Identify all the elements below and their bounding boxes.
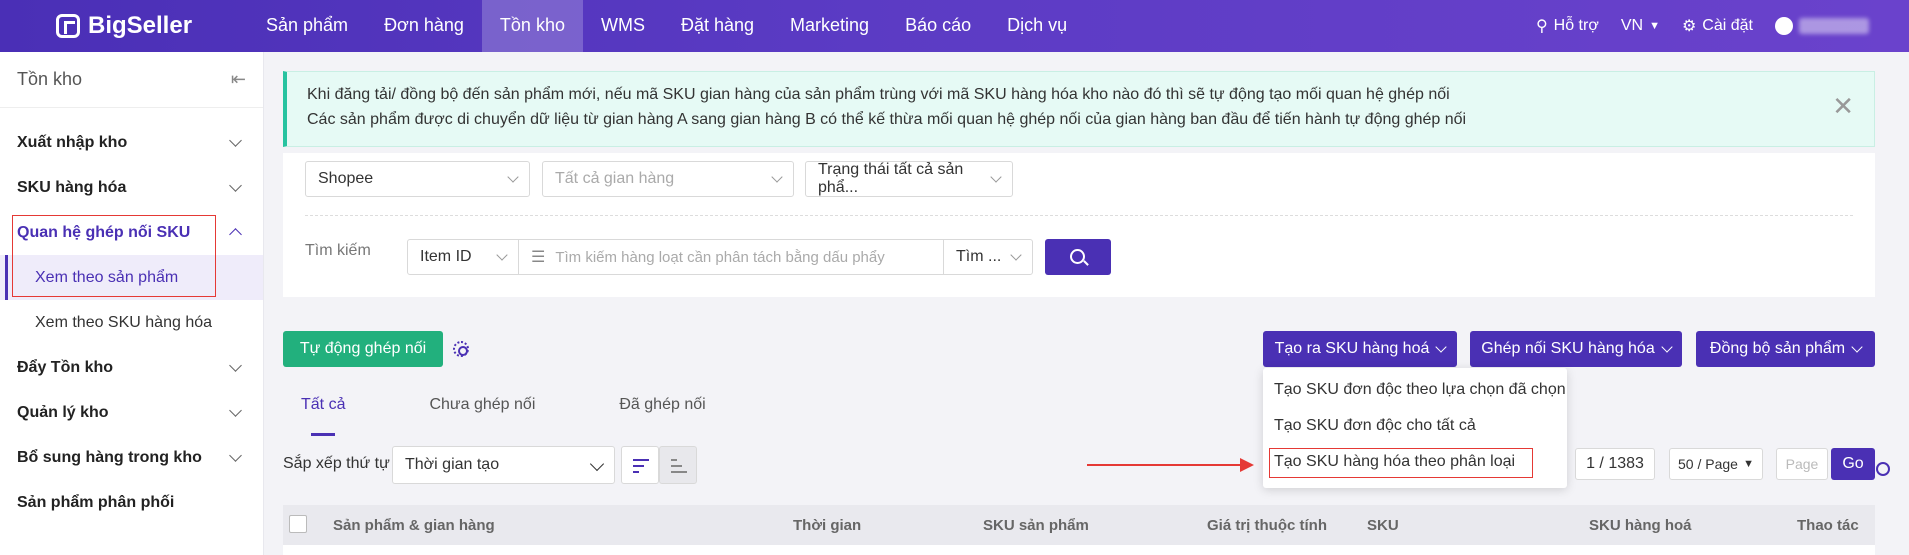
highlight-box-menu [1269,448,1533,478]
nav-products[interactable]: Sản phẩm [248,0,366,52]
tab-all[interactable]: Tất cả [283,396,363,436]
chevron-down-icon [507,171,519,183]
tab-unmatched[interactable]: Chưa ghép nối [411,396,553,428]
col-attributes: Giá trị thuộc tính [1207,517,1327,534]
search-mode-select[interactable]: Tìm ... [943,239,1033,275]
search-icon: ⚲ [1535,18,1548,35]
chevron-down-icon [496,249,508,261]
chevron-down-icon [229,404,242,417]
caret-down-icon: ▼ [1649,20,1660,32]
language-selector[interactable]: VN ▼ [1621,17,1660,35]
search-input[interactable]: ☰ Tìm kiếm hàng loạt cần phân tách bằng … [518,239,944,275]
chevron-down-icon [1661,341,1673,353]
gear-icon[interactable] [453,341,469,357]
chevron-down-icon: ▼ [1743,458,1754,470]
settings-link[interactable]: ⚙ Cài đặt [1682,16,1753,36]
sidebar-item-warehouse[interactable]: Quản lý kho [0,390,263,435]
list-icon: ☰ [531,249,546,266]
top-navbar: BigSeller Sản phẩm Đơn hàng Tồn kho WMS … [0,0,1909,52]
user-menu[interactable] [1775,17,1869,35]
sidebar-item-distribution[interactable]: Sản phẩm phân phối [0,480,263,525]
match-sku-button[interactable]: Ghép nối SKU hàng hóa [1470,331,1682,367]
col-merchant-sku: SKU hàng hoá [1589,517,1692,534]
username-blurred [1799,18,1869,34]
red-arrow [1087,464,1247,466]
col-product-sku: SKU sản phẩm [983,517,1089,534]
search-type-select[interactable]: Item ID [407,239,519,275]
highlight-box-sidebar [12,215,216,297]
per-page-select[interactable]: 50 / Page ▼ [1669,448,1763,480]
sidebar-item-restock[interactable]: Bổ sung hàng trong kho [0,435,263,480]
sidebar: Tồn kho ⇤ Xuất nhập kho SKU hàng hóa Qua… [0,52,264,555]
chevron-down-icon [589,456,605,472]
chevron-down-icon [229,179,242,192]
menu-item-create-selected[interactable]: Tạo SKU đơn độc theo lựa chọn đã chọn [1263,372,1567,408]
table-header: Sản phẩm & gian hàng Thời gian SKU sản p… [283,505,1875,545]
nav-marketing[interactable]: Marketing [772,0,887,52]
nav-services[interactable]: Dịch vụ [989,0,1085,52]
sort-label: Sắp xếp thứ tự [283,455,390,472]
help-link[interactable]: ⚲ Hỗ trợ [1536,16,1599,36]
alert-line-1: Khi đăng tải/ đồng bộ đến sản phẩm mới, … [307,86,1450,103]
chevron-down-icon [229,449,242,462]
collapse-menu-icon[interactable]: ⇤ [231,69,246,90]
gear-icon: ⚙ [1681,18,1697,35]
alert-line-2: Các sản phẩm được di chuyển dữ liệu từ g… [307,111,1467,128]
sidebar-title: Tồn kho [17,69,83,89]
sort-asc-button[interactable] [659,446,697,484]
platform-select[interactable]: Shopee [305,161,530,197]
chevron-down-icon [1851,341,1863,353]
go-button[interactable]: Go [1831,448,1875,480]
sidebar-item-merchant-sku[interactable]: SKU hàng hóa [0,165,263,210]
chevron-down-icon [229,359,242,372]
tab-matched[interactable]: Đã ghép nối [601,396,723,428]
bigseller-logo[interactable]: BigSeller [56,12,192,40]
close-icon[interactable]: ✕ [1832,93,1854,119]
create-sku-button[interactable]: Tạo ra SKU hàng hoá [1263,331,1457,367]
sidebar-sub-by-merchant-sku[interactable]: Xem theo SKU hàng hóa [0,300,263,345]
main-nav: Sản phẩm Đơn hàng Tồn kho WMS Đặt hàng M… [248,0,1085,52]
store-select[interactable]: Tất cả gian hàng [542,161,794,197]
col-actions: Thao tác [1797,517,1859,534]
nav-purchase[interactable]: Đặt hàng [663,0,772,52]
search-label: Tìm kiếm [305,242,371,259]
nav-wms[interactable]: WMS [583,0,663,52]
divider [305,215,1853,216]
filter-panel: Shopee Tất cả gian hàng Trạng thái tất c… [283,153,1875,297]
red-arrow-head [1240,458,1254,472]
info-alert: Khi đăng tải/ đồng bộ đến sản phẩm mới, … [283,71,1875,147]
page-indicator: 1 / 1383 [1575,448,1655,480]
nav-reports[interactable]: Báo cáo [887,0,989,52]
sort-select[interactable]: Thời gian tạo [392,446,615,484]
page-input[interactable]: Page [1776,448,1828,480]
nav-inventory[interactable]: Tồn kho [481,0,583,52]
chevron-down-icon [771,171,783,183]
table-row [283,545,1875,555]
nav-orders[interactable]: Đơn hàng [366,0,482,52]
logo-icon [56,14,80,38]
menu-item-create-all[interactable]: Tạo SKU đơn độc cho tất cả [1263,408,1567,444]
search-button[interactable] [1045,239,1111,275]
col-product-store: Sản phẩm & gian hàng [333,517,495,534]
chevron-down-icon [1435,341,1448,353]
sidebar-item-stock-io[interactable]: Xuất nhập kho [0,120,263,165]
status-tabs: Tất cả Chưa ghép nối Đã ghép nối [283,396,724,436]
user-icon [1775,17,1793,35]
sort-desc-button[interactable] [621,446,659,484]
col-time: Thời gian [793,517,862,534]
search-icon[interactable] [1876,462,1890,476]
sidebar-header: Tồn kho ⇤ [0,52,263,108]
chevron-up-icon [229,228,242,241]
select-all-checkbox[interactable] [289,515,307,533]
sync-products-button[interactable]: Đồng bộ sản phẩm [1696,331,1875,367]
sidebar-item-push-stock[interactable]: Đẩy Tồn kho [0,345,263,390]
status-select[interactable]: Trạng thái tất cả sản phẩ... [805,161,1013,197]
chevron-down-icon [1010,249,1022,261]
logo-text: BigSeller [88,12,193,39]
auto-match-button[interactable]: Tự động ghép nối [283,331,443,367]
chevron-down-icon [229,134,242,147]
col-sku: SKU [1367,517,1399,534]
